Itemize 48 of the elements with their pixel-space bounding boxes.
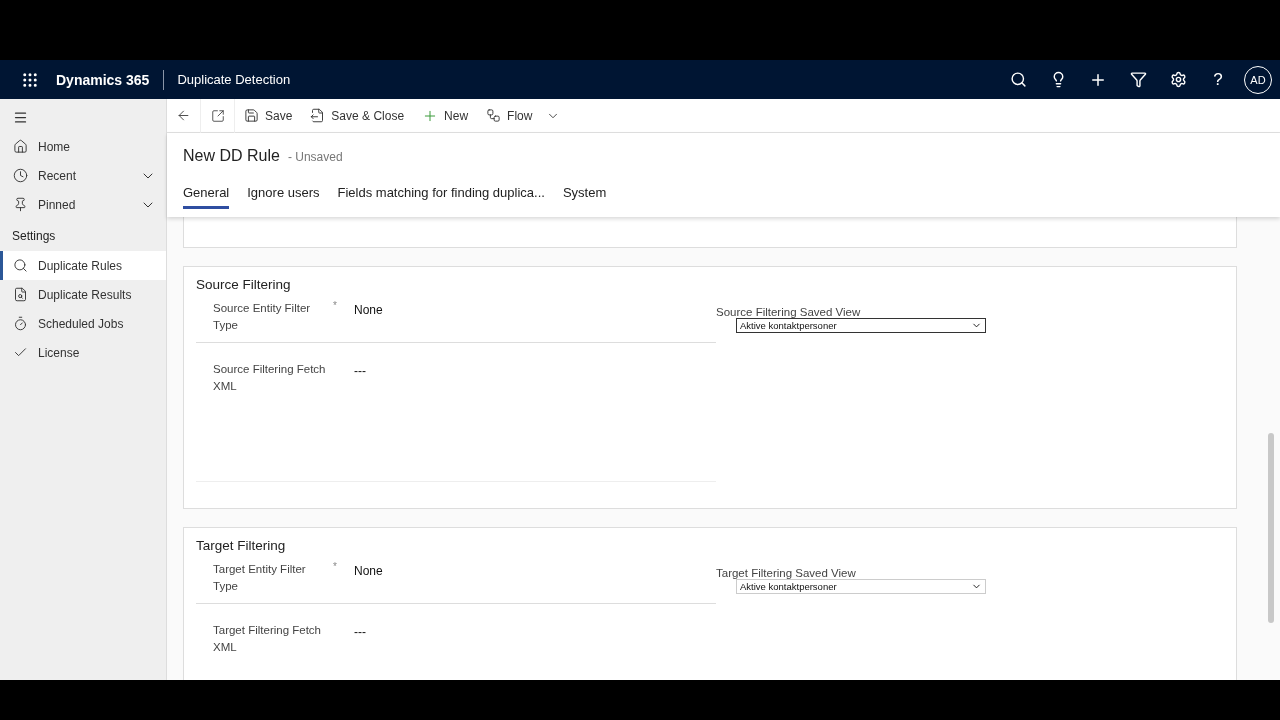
flow-button[interactable]: Flow [477,98,570,133]
home-icon [13,139,28,154]
required-mark: * [333,300,337,311]
view-select[interactable]: Aktive kontaktpersoner [736,579,986,594]
area-title: Duplicate Detection [176,72,291,87]
menu-icon[interactable] [13,110,28,125]
sidebar-item[interactable]: Scheduled Jobs [0,309,166,338]
document-arrow-icon [310,108,326,123]
flow-icon [486,108,502,123]
sidebar-item[interactable]: Duplicate Rules [0,251,166,280]
view-select[interactable]: Aktive kontaktpersoner [736,318,986,333]
app-title: Dynamics 365 [50,69,165,90]
scrollbar-thumb[interactable] [1268,433,1274,623]
section-title: Source Filtering [196,277,292,292]
field-label: Target Filtering Fetch XML [213,623,322,655]
pinned-icon [13,197,28,212]
field-value: None [354,563,383,580]
field-label: Target Filtering Saved View [716,567,857,579]
group-title: Settings [11,228,57,245]
sidebar-item[interactable]: Duplicate Results [0,280,166,309]
field-label: Source Filtering Fetch XML [213,362,327,394]
nav-item[interactable]: Pinned [0,190,166,219]
field-label: Target Entity Filter Type [213,562,307,594]
recent-icon [13,168,28,183]
new-button[interactable]: New [413,98,478,133]
tab[interactable]: Fields matching for finding duplica... [337,179,545,209]
save-close-button[interactable]: Save & Close [301,98,414,133]
search-icon [13,258,28,273]
field-label: Source Filtering Saved View [716,306,862,318]
field-value: --- [354,624,366,641]
section-title: Target Filtering [196,538,287,553]
nav-item[interactable]: Recent [0,161,166,190]
timer-icon [13,316,28,331]
popout-icon [210,108,225,123]
record-title: New DD Rule [183,147,280,165]
document-search-icon [13,287,28,302]
field-label: Source Entity Filter Type [213,301,312,333]
save-button[interactable]: Save [235,98,302,133]
field-value: None [354,302,383,319]
tab[interactable]: General [183,179,230,209]
save-status: - Unsaved [287,150,343,164]
sidebar-item[interactable]: License [0,338,166,367]
field-value: --- [354,363,366,380]
tab[interactable]: System [562,179,607,209]
required-mark: * [333,561,337,572]
nav-item[interactable]: Home [0,132,166,161]
help-button[interactable]: ? [1198,69,1238,90]
tab[interactable]: Ignore users [247,179,320,209]
